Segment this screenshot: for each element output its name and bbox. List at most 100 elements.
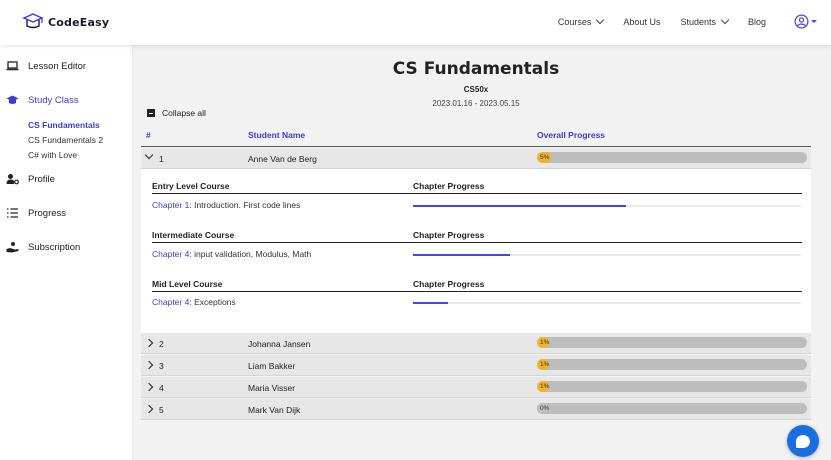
table-row[interactable]: 3 Liam Bakker 1%	[141, 355, 811, 376]
chapter-link[interactable]: Chapter 4:	[152, 249, 192, 259]
chat-button[interactable]	[787, 425, 819, 457]
caret-down-icon	[811, 20, 817, 23]
chevron-down-icon	[596, 15, 605, 25]
chapter-progress-track	[413, 254, 801, 256]
student-name: Johanna Jansen	[248, 339, 311, 349]
graduation-cap-icon	[6, 95, 19, 104]
section-header: Intermediate Course Chapter Progress	[152, 229, 802, 243]
lesson-text: Chapter 4: input validation, Modulus, Ma…	[152, 249, 311, 259]
sidebar-item-study-class[interactable]: Study Class	[6, 94, 79, 106]
column-header-student-name[interactable]: Student Name	[248, 130, 305, 140]
student-name: Anne Van de Berg	[248, 154, 317, 164]
sidebar-item-lesson-editor[interactable]: Lesson Editor	[6, 60, 86, 72]
sidebar-item-label: Progress	[28, 207, 67, 219]
row-number: 1	[159, 154, 164, 164]
chapter-progress-label: Chapter Progress	[413, 279, 485, 289]
student-detail-panel: Entry Level Course Chapter Progress Chap…	[141, 169, 811, 333]
sidebar-item-progress[interactable]: Progress	[6, 207, 66, 219]
lesson-text: Chapter 4: Exceptions	[152, 297, 236, 307]
table-row[interactable]: 4 Maria Visser 1%	[141, 377, 811, 398]
chapter-progress-track	[413, 302, 801, 304]
chevron-right-icon[interactable]	[144, 338, 154, 348]
lesson-text: Chapter 1: Introduction. First code line…	[152, 200, 300, 210]
overall-progress-bar: 0%	[537, 403, 807, 414]
chapter-progress-fill	[413, 205, 627, 207]
chevron-right-icon[interactable]	[144, 360, 154, 370]
hand-coin-icon	[6, 242, 19, 253]
table-row[interactable]: 5 Mark Van Dijk 0%	[141, 399, 811, 420]
user-circle-icon	[794, 14, 809, 29]
column-header-overall-progress[interactable]: Overall Progress	[537, 130, 605, 140]
collapse-all-toggle[interactable]: Collapse all	[147, 108, 206, 118]
chapter-progress-fill	[413, 302, 448, 304]
sidebar: Lesson Editor Study Class CS Fundamental…	[0, 45, 133, 460]
student-name: Mark Van Dijk	[248, 405, 301, 415]
table-header: # Student Name Overall Progress	[141, 129, 811, 147]
minus-square-icon	[147, 109, 155, 117]
column-header-number: #	[146, 130, 151, 140]
overall-progress-bar: 1%	[537, 381, 807, 392]
nav-about-us[interactable]: About Us	[623, 17, 660, 27]
table-row[interactable]: 2 Johanna Jansen 1%	[141, 333, 811, 354]
chapter-progress-fill	[413, 254, 510, 256]
nav-blog[interactable]: Blog	[748, 17, 766, 27]
progress-percent: 5%	[540, 153, 550, 161]
sidebar-item-profile[interactable]: Profile	[6, 173, 55, 185]
overall-progress-bar: 1%	[537, 337, 807, 348]
chapter-progress-track	[413, 205, 801, 207]
progress-percent: 1%	[540, 382, 550, 390]
overall-progress-bar: 5%	[537, 152, 807, 163]
sidebar-item-label: Study Class	[28, 94, 79, 106]
table-row[interactable]: 1 Anne Van de Berg 5%	[141, 148, 811, 169]
sidebar-item-label: Profile	[28, 173, 55, 185]
logo[interactable]: CodeEasy	[22, 13, 109, 31]
overall-progress-bar: 1%	[537, 359, 807, 370]
progress-percent: 1%	[540, 360, 550, 368]
section-header: Entry Level Course Chapter Progress	[152, 180, 802, 194]
chevron-right-icon[interactable]	[144, 382, 154, 392]
collapse-all-label: Collapse all	[162, 108, 206, 118]
nav-students[interactable]: Students	[680, 15, 730, 27]
sidebar-subitem-cs-fundamentals-2[interactable]: CS Fundamentals 2	[28, 135, 103, 145]
row-number: 5	[159, 405, 164, 415]
sidebar-subitem-csharp-with-love[interactable]: C# with Love	[28, 150, 77, 160]
nav-about-label: About Us	[623, 16, 661, 27]
row-number: 3	[159, 361, 164, 371]
top-header: CodeEasy Courses About Us Students Blog	[0, 0, 831, 45]
main-nav: Courses About Us Students Blog	[538, 14, 817, 29]
nav-courses[interactable]: Courses	[557, 15, 605, 27]
lesson-title: Exceptions	[194, 297, 236, 307]
brand-name: CodeEasy	[48, 15, 110, 29]
row-number: 2	[159, 339, 164, 349]
date-range: 2023.01.16 - 2023.05.15	[432, 99, 520, 108]
sidebar-item-label: Lesson Editor	[28, 60, 87, 72]
row-number: 4	[159, 383, 164, 393]
chapter-link[interactable]: Chapter 4:	[152, 297, 192, 307]
chapter-link[interactable]: Chapter 1:	[152, 200, 192, 210]
progress-percent: 1%	[540, 338, 550, 346]
chapter-progress-label: Chapter Progress	[413, 181, 485, 191]
student-name: Maria Visser	[248, 383, 296, 393]
user-cog-icon	[6, 174, 19, 185]
user-menu[interactable]	[794, 14, 817, 29]
student-name: Liam Bakker	[248, 361, 296, 371]
nav-courses-label: Courses	[557, 16, 592, 27]
section-header: Mid Level Course Chapter Progress	[152, 278, 802, 292]
course-level-label: Entry Level Course	[152, 181, 230, 191]
chevron-down-icon	[720, 15, 730, 25]
page-title: CS Fundamentals	[392, 59, 560, 79]
nav-students-label: Students	[680, 16, 716, 27]
chapter-progress-label: Chapter Progress	[413, 230, 485, 240]
chevron-right-icon[interactable]	[144, 404, 154, 414]
chat-icon	[796, 434, 810, 448]
nav-blog-label: Blog	[747, 16, 766, 27]
sidebar-item-subscription[interactable]: Subscription	[6, 241, 80, 253]
lesson-title: input validation, Modulus, Math	[194, 249, 312, 259]
progress-percent: 0%	[540, 404, 550, 412]
sidebar-item-label: Subscription	[28, 241, 81, 253]
chevron-down-icon[interactable]	[144, 150, 154, 160]
course-level-label: Intermediate Course	[152, 230, 235, 240]
sidebar-subitem-cs-fundamentals[interactable]: CS Fundamentals	[28, 120, 100, 130]
list-icon	[7, 208, 18, 218]
graduation-cap-logo-icon	[22, 13, 44, 29]
